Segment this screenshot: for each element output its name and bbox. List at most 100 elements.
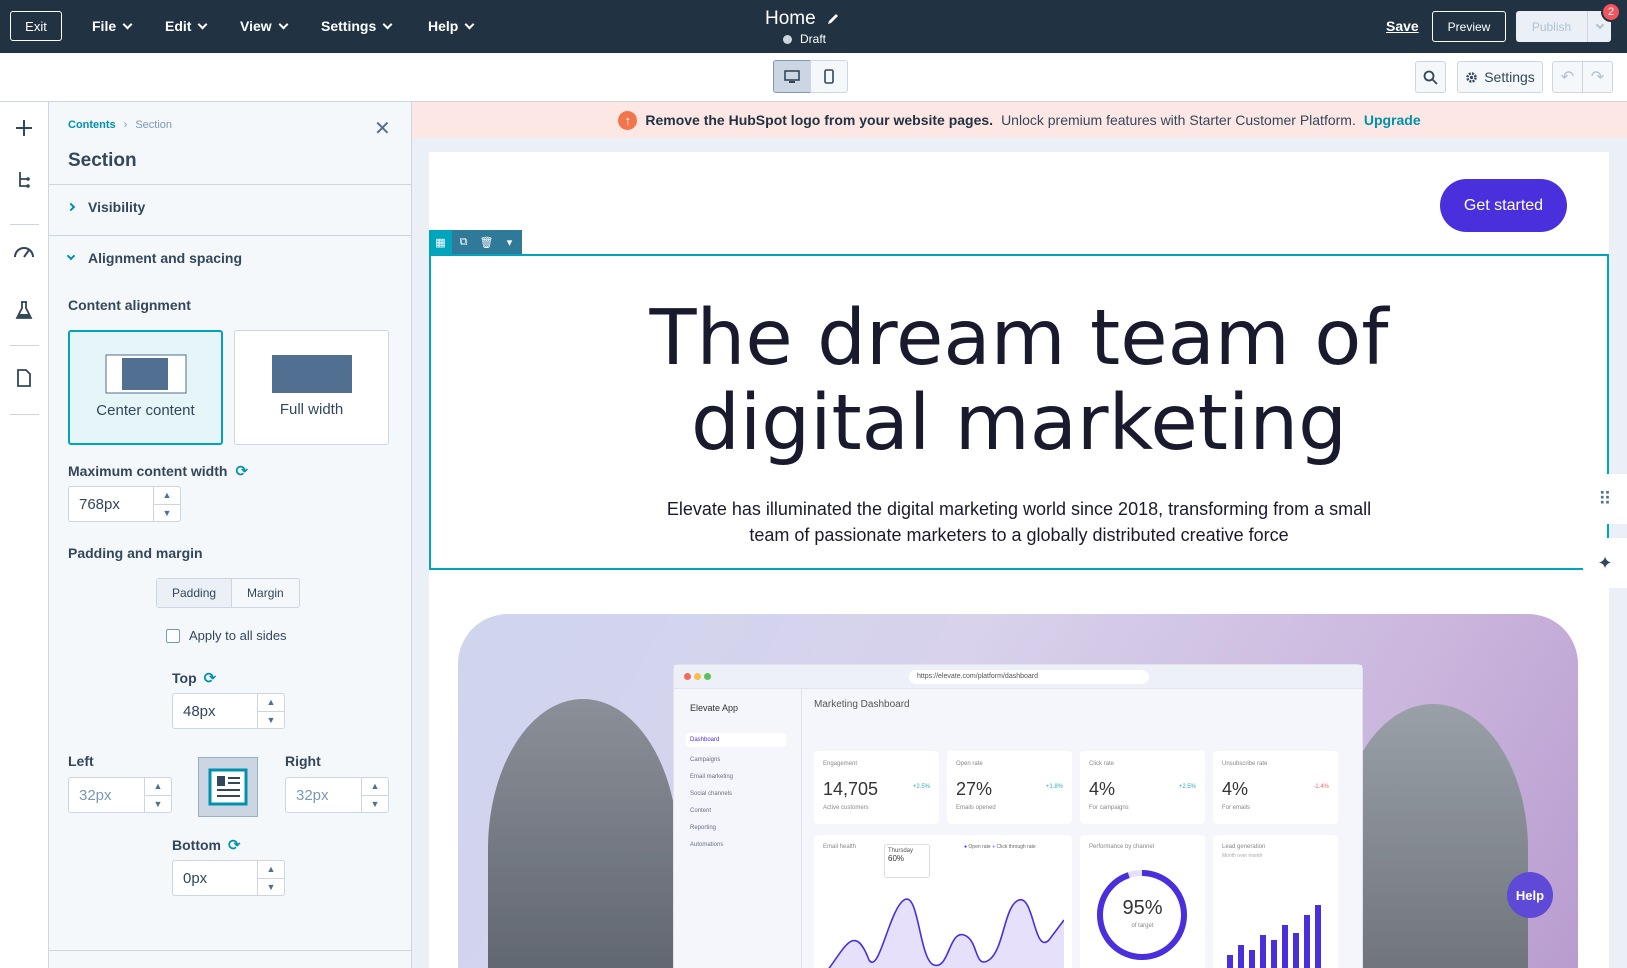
accordion-alignment-spacing[interactable]: Alignment and spacing bbox=[66, 250, 242, 266]
max-width-value[interactable]: 768px bbox=[69, 487, 153, 521]
menu-help[interactable]: Help bbox=[428, 18, 475, 34]
left-padding-input[interactable]: 32px ▲ ▼ bbox=[68, 777, 172, 813]
sparkle-icon[interactable]: ✦ bbox=[1583, 538, 1627, 588]
max-width-stepper[interactable]: ▲ ▼ bbox=[153, 487, 180, 521]
get-started-button[interactable]: Get started bbox=[1440, 179, 1567, 232]
right-padding-stepper[interactable]: ▲ ▼ bbox=[361, 778, 388, 812]
dash-nav-item: Content bbox=[690, 808, 712, 814]
page-title[interactable]: Home bbox=[765, 8, 840, 30]
increment-icon[interactable]: ▲ bbox=[258, 861, 284, 878]
dashboard-title: Marketing Dashboard bbox=[814, 699, 910, 710]
hero-subtext[interactable]: Elevate has illuminated the digital mark… bbox=[431, 496, 1607, 548]
increment-icon[interactable]: ▲ bbox=[154, 487, 180, 504]
right-padding-value[interactable]: 32px bbox=[286, 778, 361, 812]
close-panel-button[interactable]: ✕ bbox=[374, 116, 391, 141]
legend-open-rate: Open rate bbox=[968, 844, 991, 850]
chevron-down-icon bbox=[382, 19, 393, 29]
trash-icon[interactable]: 🗑 bbox=[475, 230, 498, 254]
center-content-option[interactable]: Center content bbox=[68, 330, 223, 445]
window-dot-icon bbox=[684, 673, 691, 680]
drag-grid-icon[interactable]: ⠿ bbox=[1583, 474, 1627, 524]
editor-toolbar: Settings ↶ ↷ bbox=[0, 53, 1627, 102]
dash-nav-item: Automations bbox=[690, 842, 724, 848]
bottom-padding-input[interactable]: 0px ▲ ▼ bbox=[172, 860, 285, 896]
sync-icon[interactable]: ⟳ bbox=[204, 669, 217, 687]
left-padding-label: Left bbox=[68, 753, 94, 769]
mobile-preview-toggle[interactable] bbox=[810, 60, 848, 93]
pencil-icon[interactable] bbox=[826, 12, 840, 26]
upgrade-link[interactable]: Upgrade bbox=[1364, 112, 1421, 128]
decrement-icon[interactable]: ▼ bbox=[362, 794, 388, 813]
decrement-icon[interactable]: ▼ bbox=[154, 503, 180, 522]
panel-title: Section bbox=[68, 150, 137, 171]
left-padding-value[interactable]: 32px bbox=[69, 778, 144, 812]
top-padding-value[interactable]: 48px bbox=[173, 694, 257, 728]
search-button[interactable] bbox=[1415, 61, 1446, 93]
breadcrumb-separator-icon: › bbox=[123, 119, 128, 131]
kpi-value: 14,705 bbox=[823, 779, 879, 799]
dashboard-sidebar: Elevate App Dashboard Campaigns Email ma… bbox=[674, 689, 802, 968]
undo-button[interactable]: ↶ bbox=[1552, 61, 1583, 93]
help-button[interactable]: Help bbox=[1507, 872, 1553, 918]
bottom-padding-stepper[interactable]: ▲ ▼ bbox=[257, 861, 284, 895]
menu-edit-label: Edit bbox=[165, 18, 192, 34]
gauge-icon[interactable] bbox=[12, 239, 36, 263]
lead-generation-card: Lead generation Month over month bbox=[1213, 835, 1338, 968]
section-layout-icon[interactable]: ▦ bbox=[429, 230, 452, 254]
menu-view[interactable]: View bbox=[240, 18, 289, 34]
decrement-icon[interactable]: ▼ bbox=[258, 877, 284, 896]
layers-tree-icon[interactable] bbox=[12, 168, 36, 192]
chart-legend: ● Open rate ● Click through rate bbox=[964, 844, 1036, 850]
full-width-option[interactable]: Full width bbox=[234, 330, 389, 445]
add-icon[interactable] bbox=[12, 116, 36, 140]
apply-all-sides-checkbox[interactable]: Apply to all sides bbox=[166, 628, 287, 643]
tab-padding[interactable]: Padding bbox=[157, 579, 233, 607]
hero-heading[interactable]: The dream team of digital marketing bbox=[431, 296, 1607, 466]
sync-icon[interactable]: ⟳ bbox=[228, 836, 241, 854]
hero-image[interactable]: https://elevate.com/platform/dashboard E… bbox=[458, 614, 1578, 968]
increment-icon[interactable]: ▲ bbox=[145, 778, 171, 795]
duplicate-icon[interactable]: ⧉ bbox=[452, 230, 475, 254]
center-content-label: Center content bbox=[96, 402, 195, 419]
close-icon: ✕ bbox=[374, 118, 391, 140]
preview-button[interactable]: Preview bbox=[1432, 11, 1506, 42]
desktop-preview-toggle[interactable] bbox=[773, 60, 811, 93]
bottom-padding-value[interactable]: 0px bbox=[173, 861, 257, 895]
left-padding-stepper[interactable]: ▲ ▼ bbox=[144, 778, 171, 812]
accordion-visibility[interactable]: Visibility bbox=[66, 199, 145, 215]
selected-section[interactable]: The dream team of digital marketing Elev… bbox=[429, 254, 1609, 570]
man-with-phone-image bbox=[488, 699, 678, 968]
redo-icon: ↷ bbox=[1590, 69, 1605, 86]
email-health-line-chart bbox=[828, 898, 1064, 968]
exit-button[interactable]: Exit bbox=[10, 11, 62, 41]
publish-button[interactable]: Publish bbox=[1516, 11, 1587, 42]
settings-button[interactable]: Settings bbox=[1457, 61, 1543, 93]
max-width-input[interactable]: 768px ▲ ▼ bbox=[68, 486, 181, 522]
menu-settings[interactable]: Settings bbox=[321, 18, 393, 34]
increment-icon[interactable]: ▲ bbox=[258, 694, 284, 711]
lead-gen-bar-chart bbox=[1227, 905, 1321, 968]
email-health-card: Email health Thursday 60% ● Open rate ● … bbox=[814, 835, 1072, 968]
kpi-change: +2.5% bbox=[912, 784, 930, 790]
decrement-icon[interactable]: ▼ bbox=[145, 794, 171, 813]
menu-edit[interactable]: Edit bbox=[165, 18, 208, 34]
save-button[interactable]: Save bbox=[1386, 18, 1419, 34]
breadcrumb: Contents › Section bbox=[68, 119, 172, 131]
decrement-icon[interactable]: ▼ bbox=[258, 710, 284, 729]
checkbox-box[interactable] bbox=[166, 628, 180, 643]
breadcrumb-contents[interactable]: Contents bbox=[68, 119, 116, 131]
hero-subtext-line1: Elevate has illuminated the digital mark… bbox=[666, 499, 1372, 519]
notification-badge[interactable]: 2 bbox=[1601, 2, 1621, 22]
sync-icon[interactable]: ⟳ bbox=[235, 462, 248, 480]
redo-button[interactable]: ↷ bbox=[1582, 61, 1613, 93]
flask-icon[interactable] bbox=[12, 298, 36, 322]
apply-all-sides-label: Apply to all sides bbox=[189, 628, 287, 643]
top-padding-stepper[interactable]: ▲ ▼ bbox=[257, 694, 284, 728]
caret-down-icon[interactable]: ▾ bbox=[498, 230, 521, 254]
tab-margin[interactable]: Margin bbox=[232, 579, 299, 607]
document-icon[interactable] bbox=[12, 366, 36, 390]
increment-icon[interactable]: ▲ bbox=[362, 778, 388, 795]
right-padding-input[interactable]: 32px ▲ ▼ bbox=[285, 777, 389, 813]
menu-file[interactable]: File bbox=[92, 18, 133, 34]
top-padding-input[interactable]: 48px ▲ ▼ bbox=[172, 693, 285, 729]
